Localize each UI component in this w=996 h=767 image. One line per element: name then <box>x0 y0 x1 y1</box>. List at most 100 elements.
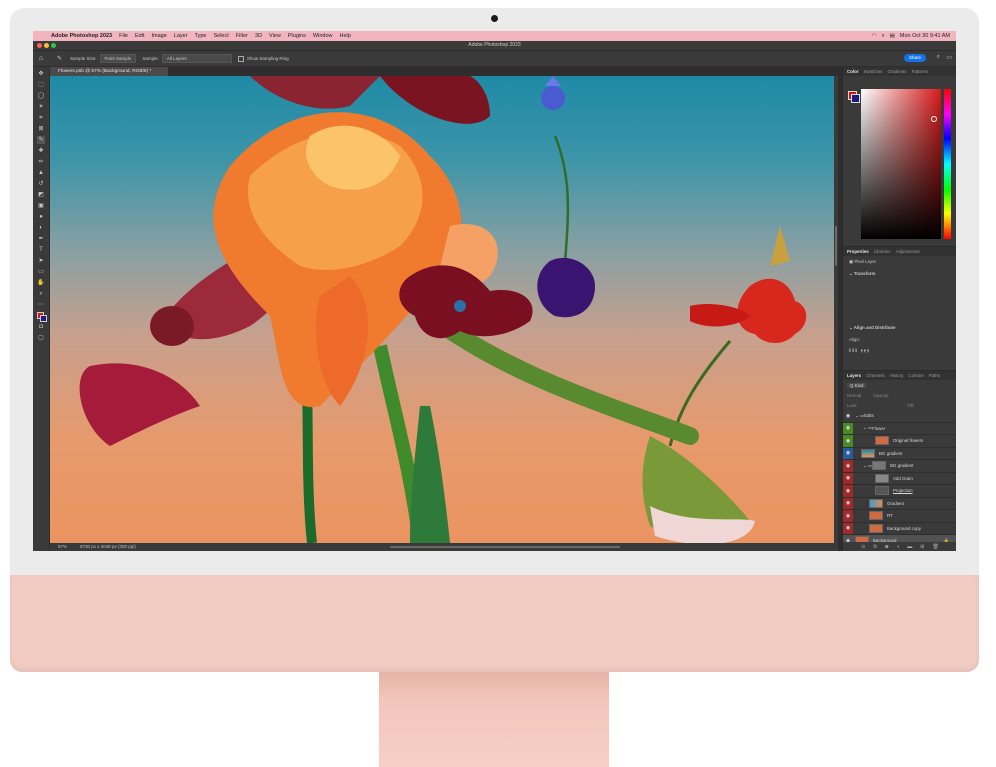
tab-adjustments[interactable]: Adjustments <box>896 249 920 254</box>
visibility-eye-icon[interactable]: ◉ <box>843 485 853 497</box>
shape-tool-icon[interactable]: ▭ <box>37 268 45 276</box>
layer-row[interactable]: ◉ ⌄ ▭ Edits <box>843 410 956 423</box>
search-icon[interactable]: ⌕ <box>882 33 885 40</box>
lasso-tool-icon[interactable]: ◯ <box>37 92 45 100</box>
pen-tool-icon[interactable]: ✒ <box>37 235 45 243</box>
zoom-tool-icon[interactable]: ⌕ <box>37 290 45 298</box>
menu-type[interactable]: Type <box>195 33 207 39</box>
new-layer-icon[interactable]: ⊞ <box>920 544 924 550</box>
layer-row[interactable]: ◉ Add Grain <box>843 472 956 485</box>
kind-filter[interactable]: Q Kind <box>847 382 867 388</box>
color-picker-ring[interactable] <box>931 116 937 122</box>
tab-channels[interactable]: Channels <box>866 373 885 378</box>
tab-layers[interactable]: Layers <box>847 373 861 378</box>
menu-layer[interactable]: Layer <box>174 33 188 39</box>
brush-tool-icon[interactable]: ✏ <box>37 158 45 166</box>
control-center-icon[interactable]: ▤ <box>890 33 895 39</box>
blend-mode-select[interactable]: Normal <box>847 393 861 398</box>
zoom-level[interactable]: 57% <box>58 543 67 551</box>
transform-section[interactable]: ⌄ Transform <box>843 268 956 280</box>
workspace-icon[interactable]: ▭ <box>946 54 952 61</box>
more-tools-icon[interactable]: ⋯ <box>37 301 45 309</box>
share-button[interactable]: Share <box>904 54 926 62</box>
magic-wand-tool-icon[interactable]: ✶ <box>37 103 45 111</box>
tab-swatches[interactable]: Swatches <box>863 69 882 74</box>
eyedropper-tool-icon[interactable]: ✎ <box>37 136 45 144</box>
visibility-eye-icon[interactable]: ◉ <box>843 497 853 509</box>
visibility-eye-icon[interactable]: ◉ <box>843 510 853 522</box>
move-tool-icon[interactable]: ✥ <box>37 70 45 78</box>
eyedropper-icon[interactable]: ✎ <box>57 55 62 62</box>
minimize-button[interactable] <box>44 43 49 48</box>
healing-tool-icon[interactable]: ✚ <box>37 147 45 155</box>
blur-tool-icon[interactable]: ● <box>37 213 45 221</box>
document-tab[interactable]: Flowers.psb @ 57% (Background, RGB/8) * <box>50 67 168 76</box>
tab-comments[interactable]: Comme <box>908 373 923 378</box>
vertical-scrollbar[interactable] <box>834 76 838 543</box>
layer-row[interactable]: ◉ ⌄ ▭ Flower <box>843 422 956 435</box>
menu-app[interactable]: Adobe Photoshop 2023 <box>51 33 112 39</box>
layer-row[interactable]: ◉ ⌄ ▭ BG gradient <box>843 460 956 473</box>
path-select-icon[interactable]: ➤ <box>37 257 45 265</box>
layer-row[interactable]: ◉ BG gradient <box>843 447 956 460</box>
adjustment-icon[interactable]: ◑ <box>896 544 899 550</box>
menu-file[interactable]: File <box>119 33 128 39</box>
screen-mode-icon[interactable]: ▢ <box>37 334 45 342</box>
history-brush-icon[interactable]: ↺ <box>37 180 45 188</box>
close-button[interactable] <box>37 43 42 48</box>
background-color-swatch[interactable] <box>851 94 860 103</box>
menu-help[interactable]: Help <box>339 33 350 39</box>
layer-row[interactable]: ◉ Background copy <box>843 522 956 535</box>
menu-window[interactable]: Window <box>313 33 333 39</box>
tab-gradients[interactable]: Gradients <box>888 69 907 74</box>
gradient-tool-icon[interactable]: ▣ <box>37 202 45 210</box>
search-icon[interactable]: ⌕ <box>937 54 940 61</box>
visibility-eye-icon[interactable]: ◉ <box>843 472 853 484</box>
dodge-tool-icon[interactable]: ◐ <box>37 224 45 232</box>
menu-filter[interactable]: Filter <box>236 33 248 39</box>
wifi-icon[interactable]: ◠ <box>872 33 877 39</box>
fx-icon[interactable]: fx <box>873 544 877 550</box>
visibility-eye-icon[interactable]: ◉ <box>843 447 853 459</box>
menu-view[interactable]: View <box>269 33 281 39</box>
align-section[interactable]: ⌄ Align and Distribute <box>843 322 956 334</box>
menu-image[interactable]: Image <box>151 33 166 39</box>
hue-slider[interactable] <box>944 89 951 239</box>
color-swatch-icon[interactable] <box>37 312 47 322</box>
menu-3d[interactable]: 3D <box>255 33 262 39</box>
home-icon[interactable]: ⌂ <box>33 55 49 62</box>
tab-history[interactable]: History <box>890 373 904 378</box>
saturation-value-picker[interactable] <box>861 89 941 239</box>
visibility-eye-icon[interactable]: ◉ <box>843 422 853 434</box>
visibility-eye-icon[interactable]: ◉ <box>843 435 853 447</box>
visibility-eye-icon[interactable]: ◉ <box>843 460 853 472</box>
clock[interactable]: Mon Oct 30 9:41 AM <box>900 33 950 39</box>
menu-plugins[interactable]: Plugins <box>288 33 306 39</box>
layer-row[interactable]: ◉ Gradient <box>843 497 956 510</box>
menu-edit[interactable]: Edit <box>135 33 144 39</box>
visibility-eye-icon[interactable]: ◉ <box>843 522 853 534</box>
zoom-button[interactable] <box>51 43 56 48</box>
tab-libraries[interactable]: Libraries <box>874 249 891 254</box>
eraser-tool-icon[interactable]: ◩ <box>37 191 45 199</box>
tab-patterns[interactable]: Patterns <box>912 69 928 74</box>
document-canvas[interactable] <box>50 76 834 543</box>
layer-row[interactable]: ◉ Projection <box>843 485 956 498</box>
menu-select[interactable]: Select <box>213 33 228 39</box>
layer-row[interactable]: ◉ RT <box>843 510 956 523</box>
tab-properties[interactable]: Properties <box>847 249 869 254</box>
crop-tool-icon[interactable]: ⌗ <box>37 114 45 122</box>
layer-row[interactable]: ◉ Original flowers <box>843 435 956 448</box>
visibility-eye-icon[interactable]: ◉ <box>843 410 853 422</box>
align-buttons[interactable]: ⫴ ⫴ ⫴ ⫵ ⫵ ⫵ <box>843 345 956 356</box>
marquee-tool-icon[interactable]: ⬚ <box>37 81 45 89</box>
tab-paths[interactable]: Paths <box>929 373 940 378</box>
frame-tool-icon[interactable]: ⊠ <box>37 125 45 133</box>
folder-icon[interactable]: ▬ <box>907 544 912 550</box>
trash-icon[interactable]: 🗑 <box>933 544 939 550</box>
hand-tool-icon[interactable]: ✋ <box>37 279 45 287</box>
sample-size-select[interactable]: Point Sample <box>99 54 137 63</box>
tab-color[interactable]: Color <box>847 69 858 74</box>
sample-select[interactable]: All Layers <box>161 54 232 63</box>
type-tool-icon[interactable]: T <box>37 246 45 254</box>
